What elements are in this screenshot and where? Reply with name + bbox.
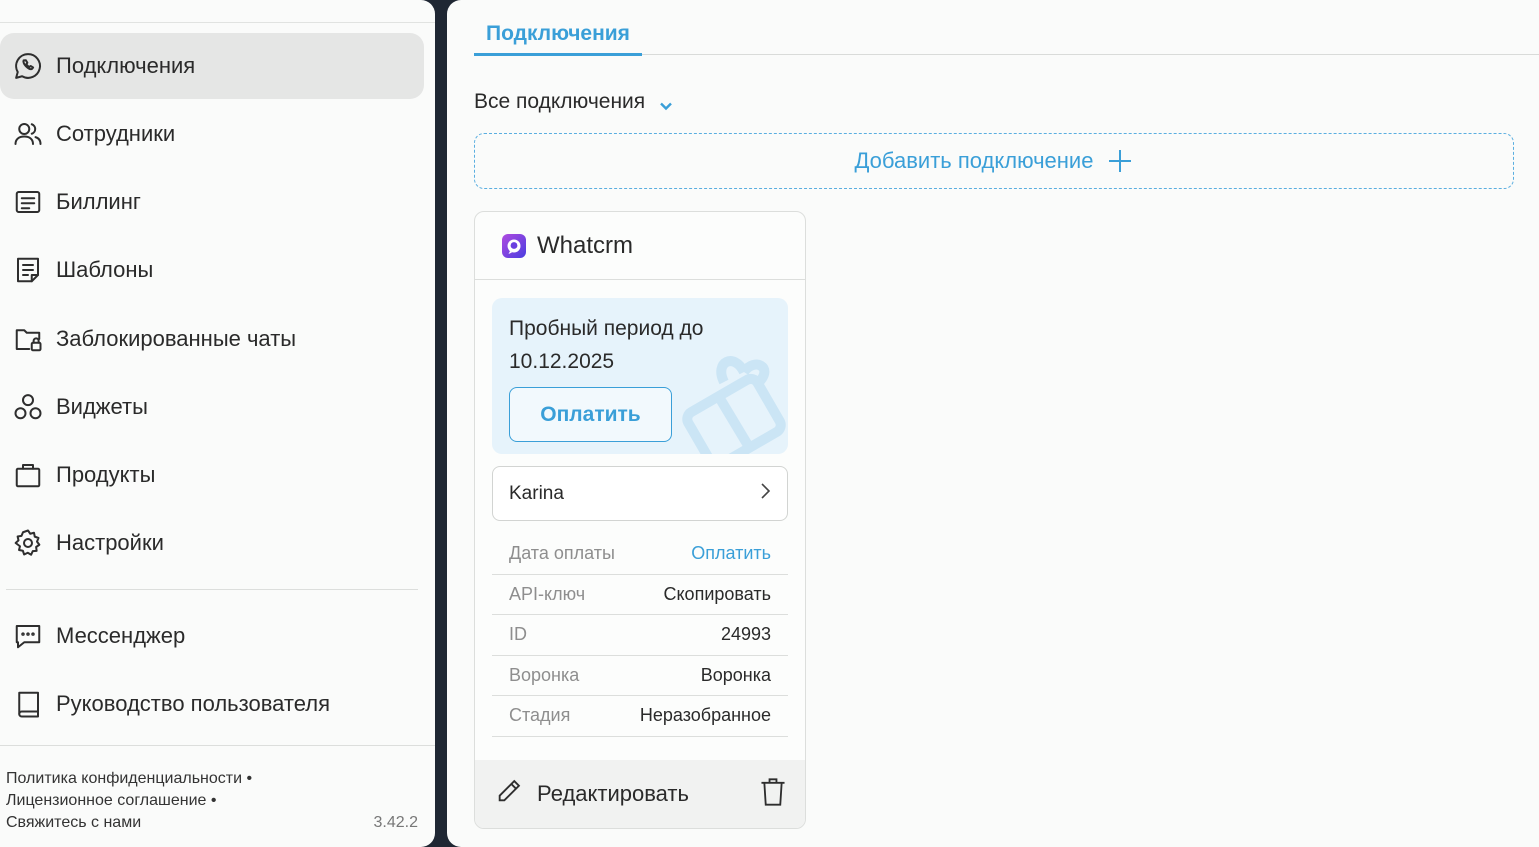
- employee-selector[interactable]: Karina: [492, 466, 788, 521]
- employee-name: Karina: [509, 482, 564, 504]
- chevron-down-icon: [659, 95, 673, 111]
- info-key: API-ключ: [509, 583, 586, 604]
- sidebar-divider: [6, 589, 418, 590]
- contact-us-link[interactable]: Свяжитесь с нами: [6, 814, 141, 831]
- plus-icon: [1107, 148, 1133, 174]
- gear-icon: [12, 527, 44, 559]
- sidebar-item-settings[interactable]: Настройки: [0, 510, 424, 576]
- sidebar-item-user-guide[interactable]: Руководство пользователя: [0, 671, 424, 737]
- sidebar-item-label: Руководство пользователя: [56, 691, 330, 716]
- widgets-icon: [12, 391, 44, 423]
- sidebar-item-templates[interactable]: Шаблоны: [0, 237, 424, 303]
- info-value: 24993: [720, 624, 771, 645]
- info-row-api-key: API-ключ Скопировать: [492, 575, 788, 615]
- sidebar-item-label: Виджеты: [56, 394, 148, 419]
- info-key: Дата оплаты: [509, 543, 615, 564]
- sidebar-footer: Политика конфиденциальности • Лицензионн…: [6, 768, 418, 834]
- sidebar: Подключения Сотрудники Биллинг Шаблоны З…: [0, 0, 435, 847]
- pay-button[interactable]: Оплатить: [509, 387, 672, 442]
- filter-label: Все подключения: [474, 90, 646, 113]
- chevron-right-icon: [759, 482, 771, 506]
- trial-text: Пробный период до 10.12.2025: [509, 317, 704, 373]
- sidebar-item-connections[interactable]: Подключения: [0, 33, 424, 99]
- billing-icon: [12, 186, 44, 218]
- info-key: ID: [509, 624, 527, 645]
- bag-icon: [12, 459, 44, 491]
- trash-icon: [759, 777, 787, 811]
- card-title: Whatcrm: [537, 231, 633, 259]
- info-key: Стадия: [509, 705, 571, 726]
- copy-api-key-button[interactable]: Скопировать: [663, 584, 771, 605]
- connection-card: Whatcrm Пробный период до 10.12.2025 Опл…: [474, 211, 806, 829]
- sidebar-item-employees[interactable]: Сотрудники: [0, 101, 424, 167]
- add-connection-button[interactable]: Добавить подключение: [474, 133, 1514, 189]
- sidebar-item-widgets[interactable]: Виджеты: [0, 374, 424, 440]
- info-value: Неразобранное: [639, 705, 771, 726]
- whatsapp-icon: [12, 50, 44, 82]
- info-row-funnel: Воронка Воронка: [492, 656, 788, 696]
- sidebar-item-label: Шаблоны: [56, 257, 154, 282]
- edit-label: Редактировать: [537, 781, 689, 806]
- footer-separator: •: [246, 770, 253, 787]
- sidebar-item-label: Биллинг: [56, 189, 141, 214]
- info-key: Воронка: [509, 664, 580, 685]
- info-row-stage: Стадия Неразобранное: [492, 696, 788, 737]
- info-row-id: ID 24993: [492, 615, 788, 656]
- sidebar-item-label: Сотрудники: [56, 121, 176, 146]
- blocked-folder-icon: [12, 323, 44, 355]
- users-icon: [12, 118, 44, 150]
- connection-info-list: Дата оплаты Оплатить API-ключ Скопироват…: [492, 534, 788, 737]
- sidebar-item-blocked-chats[interactable]: Заблокированные чаты: [0, 306, 424, 372]
- templates-icon: [12, 254, 44, 286]
- sidebar-item-label: Продукты: [56, 462, 156, 487]
- footer-separator: •: [210, 792, 217, 809]
- tab-connections[interactable]: Подключения: [474, 14, 642, 56]
- app-version: 3.42.2: [373, 814, 418, 831]
- edit-button[interactable]: Редактировать: [495, 777, 689, 811]
- book-icon: [12, 688, 44, 720]
- sidebar-item-products[interactable]: Продукты: [0, 442, 424, 508]
- card-header: Whatcrm: [475, 212, 805, 280]
- footer-divider: [0, 745, 435, 746]
- chat-icon: [12, 620, 44, 652]
- pencil-icon: [495, 777, 537, 811]
- privacy-policy-link[interactable]: Политика конфиденциальности: [6, 770, 242, 787]
- whatcrm-logo-icon: [501, 233, 527, 259]
- sidebar-item-billing[interactable]: Биллинг: [0, 169, 424, 235]
- sidebar-item-label: Настройки: [56, 530, 164, 555]
- card-footer: Редактировать: [475, 760, 805, 828]
- delete-button[interactable]: [759, 777, 787, 812]
- add-connection-label: Добавить подключение: [854, 148, 1094, 173]
- trial-banner: Пробный период до 10.12.2025 Оплатить: [492, 298, 788, 454]
- sidebar-item-label: Заблокированные чаты: [56, 326, 297, 351]
- info-value: Воронка: [700, 664, 771, 685]
- license-agreement-link[interactable]: Лицензионное соглашение: [6, 792, 206, 809]
- main-content: Подключения Все подключения Добавить под…: [447, 0, 1539, 847]
- sidebar-item-label: Мессенджер: [56, 623, 186, 648]
- sidebar-item-label: Подключения: [56, 53, 196, 78]
- sidebar-top-divider: [0, 22, 435, 23]
- sidebar-item-messenger[interactable]: Мессенджер: [0, 603, 424, 669]
- info-row-payment-date: Дата оплаты Оплатить: [492, 534, 788, 575]
- pay-link[interactable]: Оплатить: [691, 543, 771, 564]
- connections-filter-dropdown[interactable]: Все подключения: [474, 90, 673, 114]
